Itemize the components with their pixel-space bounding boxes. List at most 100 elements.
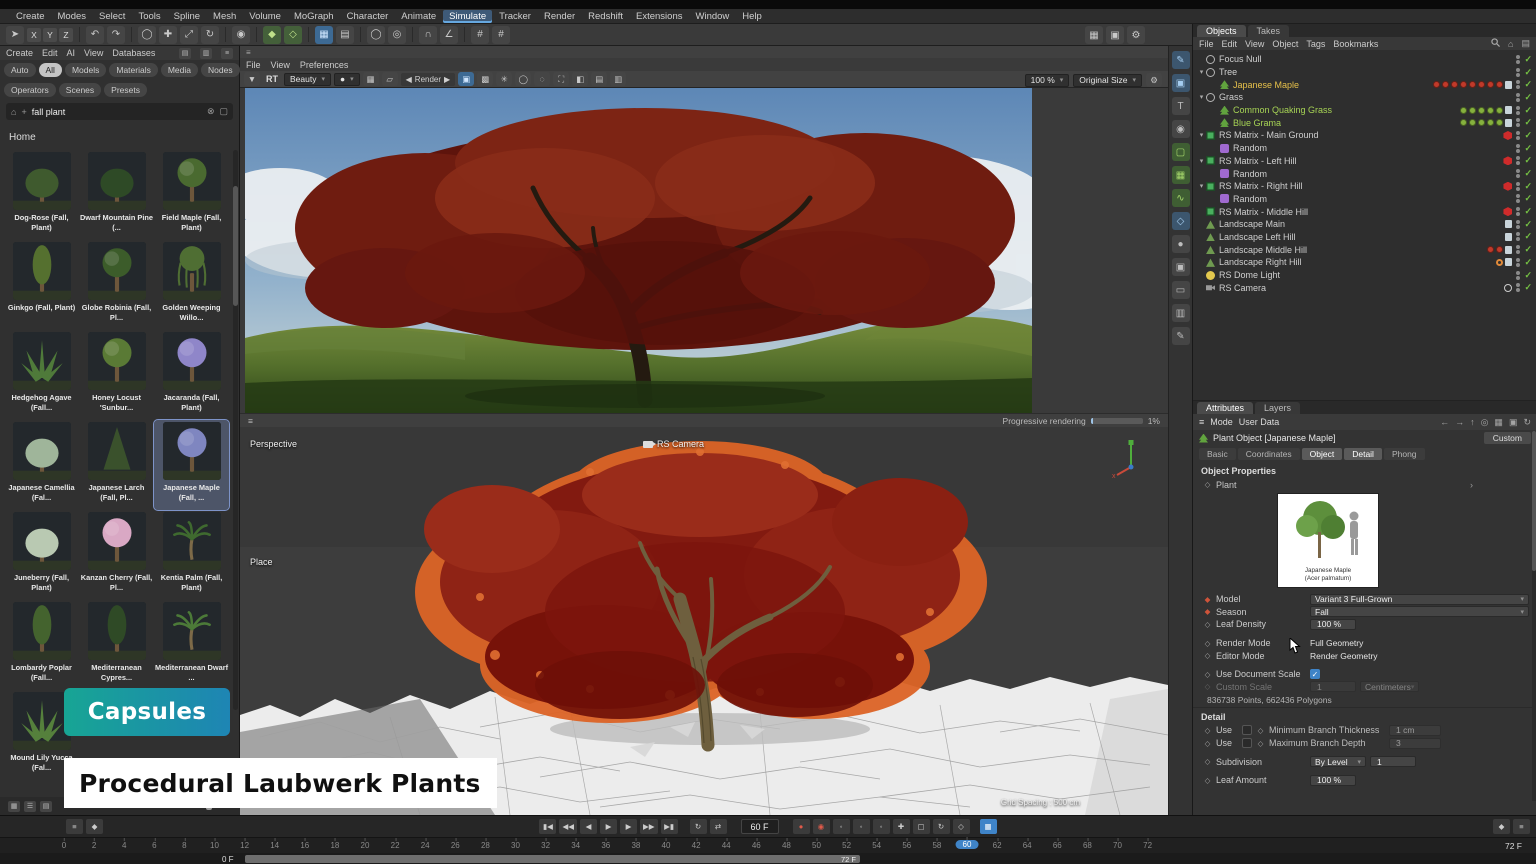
- material-chip[interactable]: [1433, 81, 1440, 88]
- om-menu-object[interactable]: Object: [1272, 39, 1298, 49]
- renderview-snowflake-icon[interactable]: ✳: [496, 72, 512, 86]
- frame-tick[interactable]: 66: [1053, 841, 1062, 850]
- home-icon[interactable]: ⌂: [1508, 39, 1513, 49]
- expander-icon[interactable]: ▾: [1197, 157, 1206, 165]
- frame-tick[interactable]: 22: [391, 841, 400, 850]
- object-row[interactable]: Common Quaking Grass✓: [1193, 104, 1536, 117]
- end-time-field[interactable]: 72 F: [1505, 841, 1522, 851]
- attr-tab-basic[interactable]: Basic: [1199, 448, 1236, 460]
- split-icon[interactable]: ▥: [200, 48, 212, 59]
- material-chip[interactable]: [1478, 107, 1485, 114]
- phong-tag-icon[interactable]: [1505, 106, 1512, 114]
- asset-item[interactable]: Dwarf Mountain Pine (...: [79, 150, 154, 240]
- object-row[interactable]: Focus Null✓: [1193, 53, 1536, 66]
- size-dropdown[interactable]: Original Size▾: [1073, 74, 1142, 87]
- frame-tick[interactable]: 32: [541, 841, 550, 850]
- record-icon[interactable]: ●: [793, 819, 810, 834]
- enabled-check-icon[interactable]: ✓: [1524, 79, 1532, 90]
- up-arrow-icon[interactable]: ↑: [1470, 417, 1475, 427]
- menu-mograph[interactable]: MoGraph: [288, 10, 340, 23]
- asset-menu-databases[interactable]: Databases: [112, 48, 155, 58]
- render-pass-dropdown[interactable]: Beauty▾: [284, 73, 331, 86]
- mode-label[interactable]: Mode: [1210, 417, 1233, 427]
- attr-tab-phong[interactable]: Phong: [1384, 448, 1425, 460]
- primitive-cube-icon[interactable]: ▣: [1172, 74, 1190, 92]
- frame-tick[interactable]: 10: [210, 841, 219, 850]
- find-icon[interactable]: ◎: [1481, 417, 1489, 428]
- attr-tab-detail[interactable]: Detail: [1344, 448, 1382, 460]
- material-chip[interactable]: [1460, 107, 1467, 114]
- detail-view-icon[interactable]: ▤: [40, 801, 52, 812]
- frame-tick[interactable]: 20: [361, 841, 370, 850]
- enabled-check-icon[interactable]: ✓: [1524, 130, 1532, 141]
- checkbox[interactable]: ✓: [1310, 669, 1320, 679]
- sphere-icon[interactable]: ●: [1172, 235, 1190, 253]
- attr-menu-icon[interactable]: ≡: [1199, 417, 1204, 427]
- attr-tab-coordinates[interactable]: Coordinates: [1238, 448, 1300, 460]
- frame-tick[interactable]: 58: [932, 841, 941, 850]
- frame-tick[interactable]: 48: [782, 841, 791, 850]
- om-menu-view[interactable]: View: [1245, 39, 1264, 49]
- grid-view-icon[interactable]: ▦: [8, 801, 20, 812]
- frame-tick[interactable]: 40: [662, 841, 671, 850]
- place-tool-label[interactable]: Place: [250, 557, 273, 567]
- keyframe-dot[interactable]: ◆: [1203, 607, 1212, 616]
- range-start-label[interactable]: 0 F: [222, 855, 234, 864]
- material-chip[interactable]: [1460, 119, 1467, 126]
- attr-tab-object[interactable]: Object: [1302, 448, 1343, 460]
- annotation-pen-icon[interactable]: ✎: [1172, 327, 1190, 345]
- tab-attributes[interactable]: Attributes: [1197, 402, 1253, 414]
- menu-simulate[interactable]: Simulate: [443, 10, 492, 23]
- material-chip[interactable]: [1487, 81, 1494, 88]
- render-settings-gear-icon[interactable]: ⚙: [1146, 73, 1162, 87]
- display-icon[interactable]: ▥: [1172, 304, 1190, 322]
- frame-tick[interactable]: 16: [300, 841, 309, 850]
- toolbar-edit-render-settings-icon[interactable]: ⚙: [1127, 26, 1145, 44]
- stage-icon[interactable]: ▭: [1172, 281, 1190, 299]
- asset-item[interactable]: Jacaranda (Fall, Plant): [154, 330, 229, 420]
- panel-menu-icon[interactable]: ≡: [246, 48, 251, 57]
- visibility-dots[interactable]: [1516, 131, 1520, 140]
- expander-icon[interactable]: ▾: [1197, 182, 1206, 190]
- keyframe-dot[interactable]: ◇: [1203, 480, 1212, 489]
- plant-property-row[interactable]: ◇ Plant ›: [1193, 478, 1536, 491]
- asset-item[interactable]: Japanese Larch (Fall, Pl...: [79, 420, 154, 510]
- connector-icon[interactable]: ◇: [1172, 212, 1190, 230]
- enabled-check-icon[interactable]: ✓: [1524, 54, 1532, 65]
- asset-item[interactable]: Kanzan Cherry (Fall, Pl...: [79, 510, 154, 600]
- enabled-check-icon[interactable]: ✓: [1524, 181, 1532, 192]
- simulation-rope-icon[interactable]: ∿: [1172, 189, 1190, 207]
- asset-item[interactable]: Globe Robinia (Fall, Pl...: [79, 240, 154, 330]
- phong-tag-icon[interactable]: [1505, 233, 1512, 241]
- toolbar-scale-icon[interactable]: ⤢: [180, 26, 198, 44]
- search-input[interactable]: fall plant: [32, 107, 202, 117]
- keyframe-dot[interactable]: ◇: [1203, 739, 1212, 748]
- object-row[interactable]: Japanese Maple✓: [1193, 78, 1536, 91]
- property-field[interactable]: 1: [1310, 681, 1356, 692]
- panel-menu-icon[interactable]: ≡: [248, 416, 253, 426]
- rt-render-label[interactable]: RT: [263, 74, 281, 84]
- forward-arrow-icon[interactable]: →: [1455, 417, 1464, 427]
- material-chip[interactable]: [1496, 81, 1503, 88]
- menu-help[interactable]: Help: [736, 10, 768, 23]
- enabled-check-icon[interactable]: ✓: [1524, 219, 1532, 230]
- spline-pen-icon[interactable]: ✎: [1172, 51, 1190, 69]
- visibility-dots[interactable]: [1516, 182, 1520, 191]
- panel-menu-icon[interactable]: ≡: [221, 48, 233, 59]
- timeline-mode-icon[interactable]: ≡: [66, 819, 83, 834]
- toolbar-live-selection-icon[interactable]: ◯: [138, 26, 156, 44]
- frame-tick[interactable]: 24: [421, 841, 430, 850]
- object-row[interactable]: ▾RS Matrix - Left Hill✓: [1193, 155, 1536, 168]
- frame-tick[interactable]: 50: [812, 841, 821, 850]
- menu-create[interactable]: Create: [10, 10, 51, 23]
- frame-tick[interactable]: 34: [571, 841, 580, 850]
- redshift-material-chip[interactable]: [1503, 182, 1512, 191]
- om-menu-edit[interactable]: Edit: [1222, 39, 1238, 49]
- keyframe-dot[interactable]: ◇: [1203, 639, 1212, 648]
- expander-icon[interactable]: ▾: [1197, 131, 1206, 139]
- keyframe-dot[interactable]: ◇: [1203, 726, 1212, 735]
- frame-tick[interactable]: 36: [601, 841, 610, 850]
- transport-next-key-icon[interactable]: ▶▶: [640, 819, 658, 834]
- asset-menu-create[interactable]: Create: [6, 48, 33, 58]
- object-row[interactable]: Random✓: [1193, 193, 1536, 206]
